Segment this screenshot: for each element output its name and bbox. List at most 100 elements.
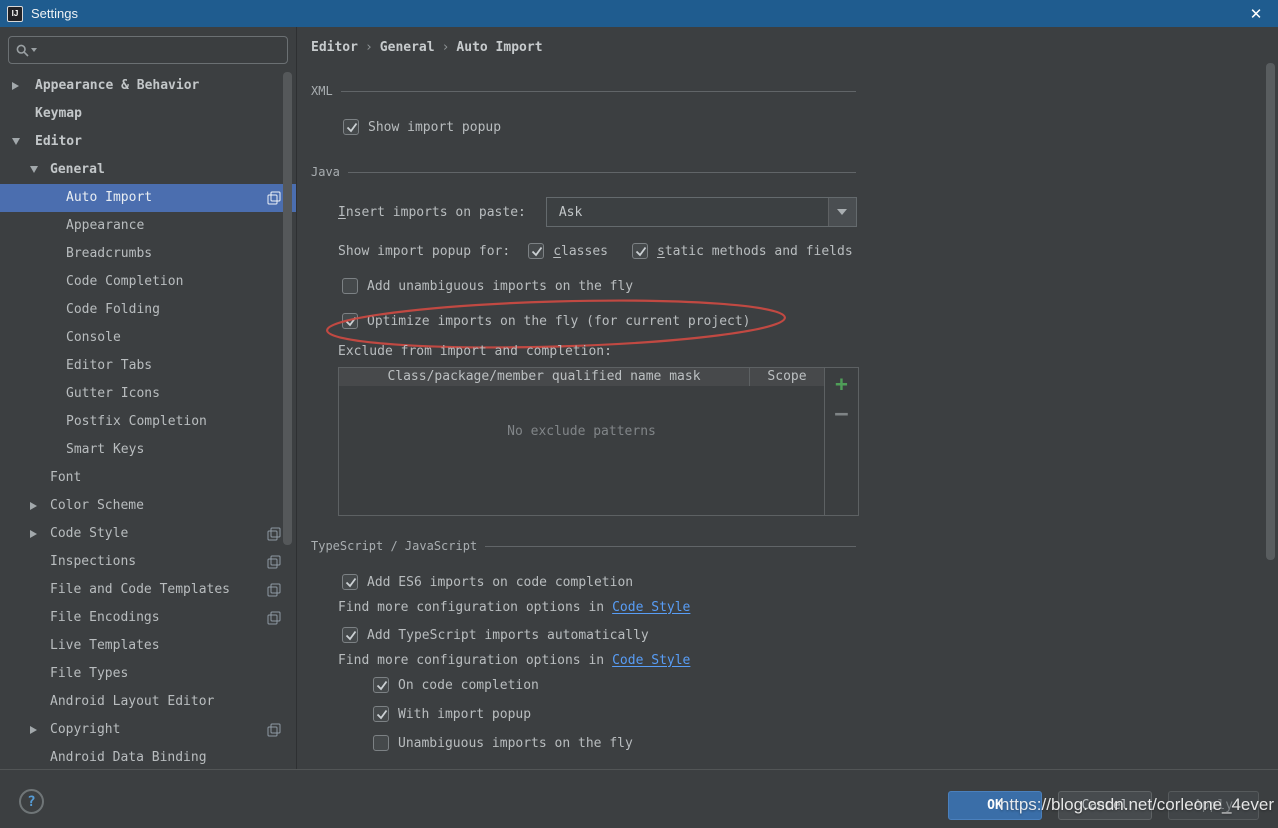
xml-section-header: XML — [311, 83, 856, 99]
help-icon[interactable]: ? — [19, 789, 44, 814]
exclude-label: Exclude from import and completion: — [338, 344, 612, 359]
sidebar-item-label: Postfix Completion — [66, 414, 207, 429]
unambiguous-fly-row: Unambiguous imports on the fly — [373, 735, 633, 751]
code-style-link[interactable]: Code Style — [612, 600, 690, 615]
dropdown-arrow-icon[interactable] — [828, 198, 856, 226]
copy-settings-icon — [267, 191, 281, 205]
settings-sidebar: Appearance & Behavior Keymap Editor General… — [0, 27, 297, 769]
show-popup-for-label: Show import popup for: — [338, 244, 510, 259]
sidebar-item-label: Copyright — [50, 722, 120, 737]
search-options-chevron-icon[interactable] — [31, 48, 37, 52]
sidebar-item-file-and-code-templates[interactable]: File and Code Templates — [0, 576, 297, 604]
close-icon[interactable]: ✕ — [1242, 0, 1270, 27]
search-input[interactable] — [42, 43, 262, 58]
sidebar-item-keymap[interactable]: Keymap — [0, 100, 297, 128]
ts-js-section-header: TypeScript / JavaScript — [311, 538, 856, 554]
search-box[interactable] — [8, 36, 288, 64]
table-empty-state: No exclude patterns — [339, 386, 824, 515]
collapse-arrow-icon[interactable] — [12, 138, 20, 145]
sidebar-item-label: Android Data Binding — [50, 750, 207, 765]
sidebar-item-file-encodings[interactable]: File Encodings — [0, 604, 297, 632]
sidebar-item-android-data-binding[interactable]: Android Data Binding — [0, 744, 297, 769]
sidebar-item-general[interactable]: General — [0, 156, 297, 184]
sidebar-scrollbar-thumb[interactable] — [283, 72, 292, 545]
classes-checkbox[interactable] — [528, 243, 544, 259]
static-methods-label: static methods and fields — [657, 244, 853, 259]
on-code-completion-label: On code completion — [398, 678, 539, 693]
sidebar-item-live-templates[interactable]: Live Templates — [0, 632, 297, 660]
optimize-imports-row: Optimize imports on the fly (for current… — [342, 313, 751, 329]
expand-arrow-icon[interactable] — [30, 502, 37, 510]
sidebar-item-color-scheme[interactable]: Color Scheme — [0, 492, 297, 520]
sidebar-item-appearance-behavior[interactable]: Appearance & Behavior — [0, 72, 297, 100]
sidebar-item-code-style[interactable]: Code Style — [0, 520, 297, 548]
expand-arrow-icon[interactable] — [30, 726, 37, 734]
copy-settings-icon — [267, 527, 281, 541]
sidebar-item-editor-tabs[interactable]: Editor Tabs — [0, 352, 297, 380]
find-more-text: Find more configuration options in — [338, 653, 604, 668]
main-scrollbar-thumb[interactable] — [1266, 63, 1275, 560]
sidebar-item-label: Editor — [35, 134, 82, 149]
sidebar-item-label: File Encodings — [50, 610, 160, 625]
optimize-imports-checkbox[interactable] — [342, 313, 358, 329]
sidebar-item-smart-keys[interactable]: Smart Keys — [0, 436, 297, 464]
code-style-link[interactable]: Code Style — [612, 653, 690, 668]
sidebar-item-label: Keymap — [35, 106, 82, 121]
breadcrumb-separator: › — [435, 40, 457, 55]
sidebar-item-editor[interactable]: Editor — [0, 128, 297, 156]
expand-arrow-icon[interactable] — [12, 82, 19, 90]
sidebar-item-label: Console — [66, 330, 121, 345]
empty-text: No exclude patterns — [507, 424, 656, 515]
find-more-row-2: Find more configuration options in Code … — [338, 652, 690, 668]
with-import-popup-checkbox[interactable] — [373, 706, 389, 722]
sidebar-item-label: General — [50, 162, 105, 177]
sidebar-item-label: Auto Import — [66, 190, 152, 205]
sidebar-item-copyright[interactable]: Copyright — [0, 716, 297, 744]
sidebar-item-console[interactable]: Console — [0, 324, 297, 352]
add-es6-row: Add ES6 imports on code completion — [342, 574, 633, 590]
sidebar-item-postfix-completion[interactable]: Postfix Completion — [0, 408, 297, 436]
sidebar-item-label: Appearance & Behavior — [35, 78, 199, 93]
sidebar-item-code-folding[interactable]: Code Folding — [0, 296, 297, 324]
unambiguous-fly-checkbox[interactable] — [373, 735, 389, 751]
expand-arrow-icon[interactable] — [30, 530, 37, 538]
add-pattern-icon[interactable]: + — [835, 373, 848, 395]
collapse-arrow-icon[interactable] — [30, 166, 38, 173]
sidebar-item-breadcrumbs[interactable]: Breadcrumbs — [0, 240, 297, 268]
add-es6-checkbox[interactable] — [342, 574, 358, 590]
add-unambiguous-label: Add unambiguous imports on the fly — [367, 279, 633, 294]
insert-imports-select[interactable]: Ask — [546, 197, 857, 227]
sidebar-item-android-layout-editor[interactable]: Android Layout Editor — [0, 688, 297, 716]
sidebar-item-font[interactable]: Font — [0, 464, 297, 492]
breadcrumb-auto-import: Auto Import — [456, 40, 542, 55]
section-divider — [341, 91, 856, 92]
show-import-popup-checkbox[interactable] — [343, 119, 359, 135]
java-section-title: Java — [311, 165, 340, 179]
sidebar-item-label: Appearance — [66, 218, 144, 233]
with-import-popup-label: With import popup — [398, 707, 531, 722]
sidebar-item-label: Code Style — [50, 526, 128, 541]
sidebar-item-appearance[interactable]: Appearance — [0, 212, 297, 240]
sidebar-item-label: Font — [50, 470, 81, 485]
table-toolbar: + — — [824, 368, 858, 515]
sidebar-item-label: Breadcrumbs — [66, 246, 152, 261]
breadcrumb: Editor›General›Auto Import — [311, 40, 543, 55]
sidebar-item-label: File and Code Templates — [50, 582, 230, 597]
insert-imports-row: Insert imports on paste: Ask — [338, 197, 857, 227]
on-code-completion-checkbox[interactable] — [373, 677, 389, 693]
auto-import-panel: Editor›General›Auto Import XML Show impo… — [298, 27, 1278, 769]
sidebar-item-inspections[interactable]: Inspections — [0, 548, 297, 576]
sidebar-item-auto-import[interactable]: Auto Import — [0, 184, 297, 212]
search-icon — [16, 44, 29, 57]
add-unambiguous-checkbox[interactable] — [342, 278, 358, 294]
optimize-imports-label: Optimize imports on the fly (for current… — [367, 314, 751, 329]
static-methods-checkbox[interactable] — [632, 243, 648, 259]
section-divider — [348, 172, 856, 173]
sidebar-item-file-types[interactable]: File Types — [0, 660, 297, 688]
sidebar-item-gutter-icons[interactable]: Gutter Icons — [0, 380, 297, 408]
breadcrumb-separator: › — [358, 40, 380, 55]
sidebar-item-code-completion[interactable]: Code Completion — [0, 268, 297, 296]
add-typescript-checkbox[interactable] — [342, 627, 358, 643]
ts-js-section-title: TypeScript / JavaScript — [311, 539, 477, 553]
remove-pattern-icon[interactable]: — — [835, 403, 848, 423]
